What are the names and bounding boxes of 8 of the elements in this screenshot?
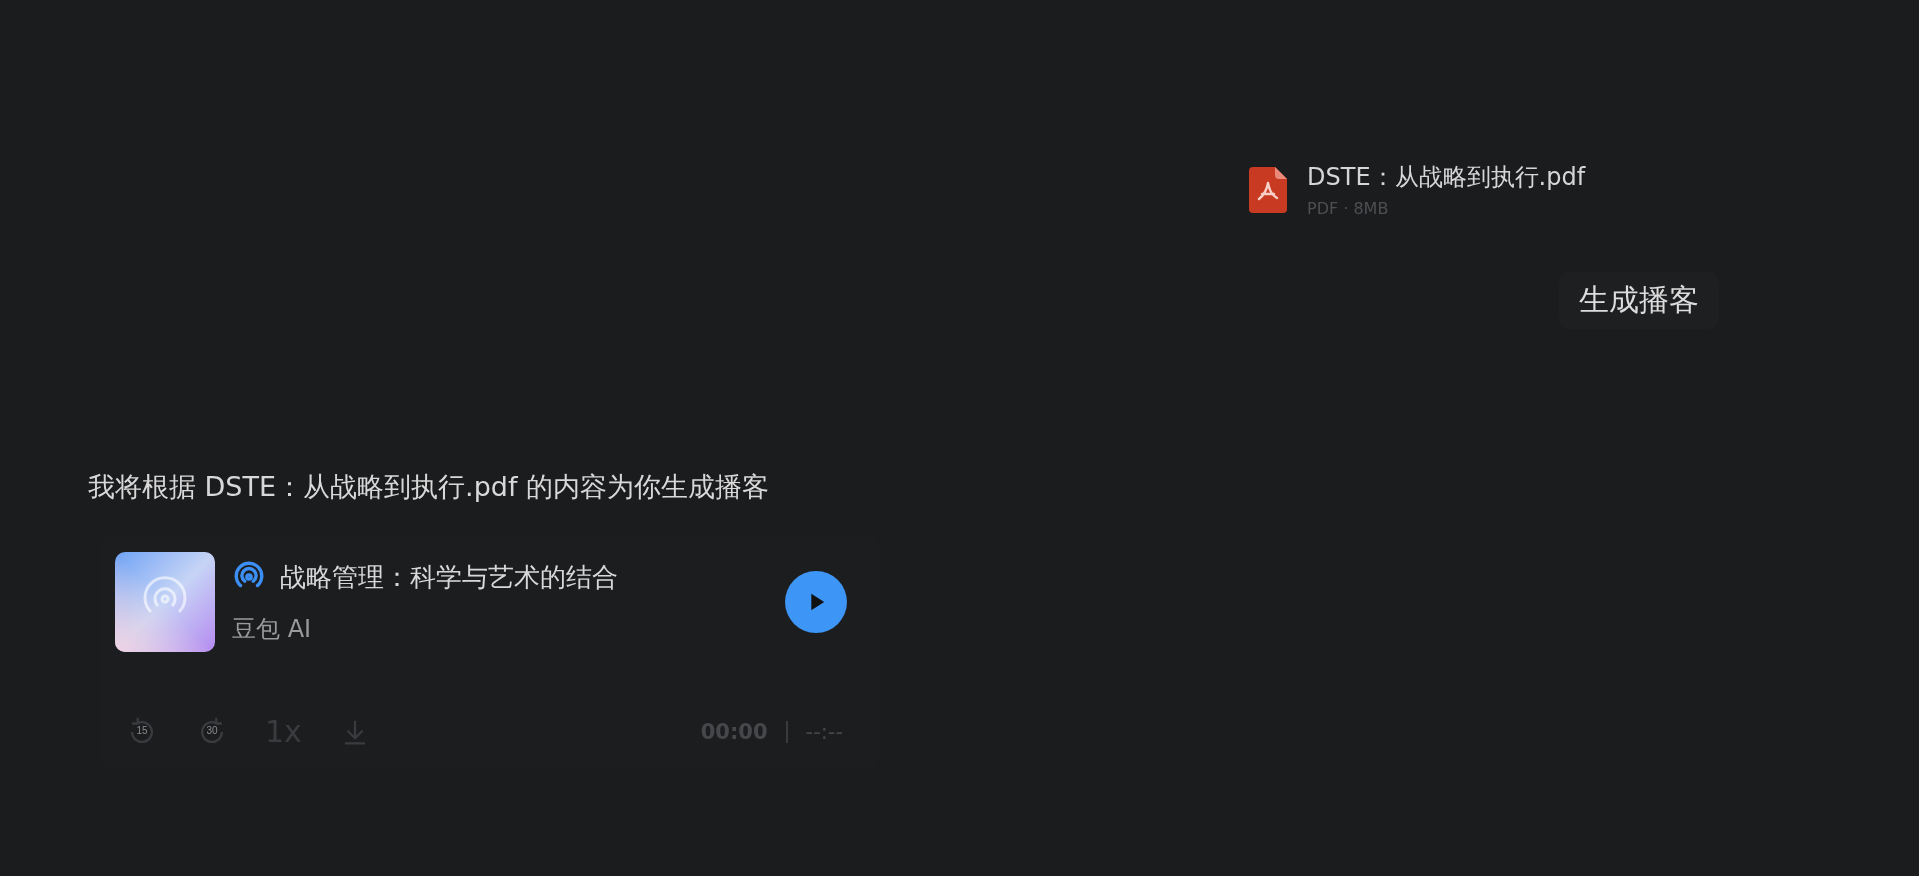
reply-text: 我将根据 DSTE：从战略到执行.pdf 的内容为你生成播客 [88,470,770,504]
forward-button[interactable]: 30 [195,714,229,749]
duration: --:-- [805,719,843,744]
file-name: DSTE：从战略到执行.pdf [1307,162,1586,193]
pdf-file-icon [1249,166,1287,213]
podcast-title: 战略管理：科学与艺术的结合 [280,560,618,594]
rewind-button[interactable]: 15 [125,714,159,749]
podcast-author: 豆包 AI [232,613,313,645]
